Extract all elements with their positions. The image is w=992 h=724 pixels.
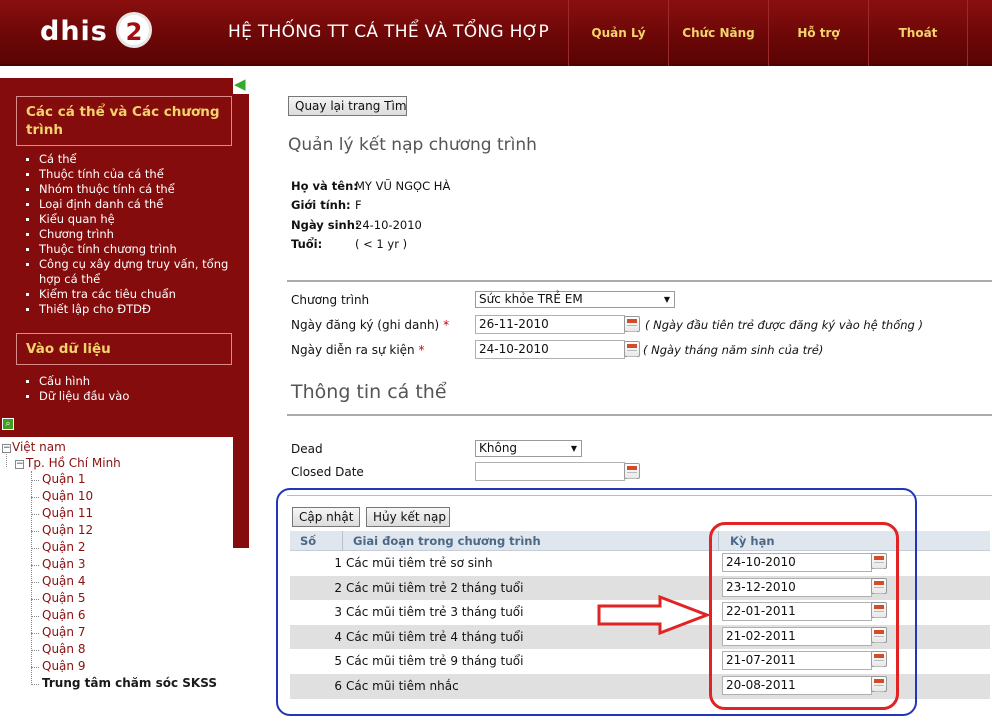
tree-node-district[interactable]: Quận 8 — [42, 642, 85, 656]
tree-node-district[interactable]: Quận 10 — [42, 489, 93, 503]
collapse-icon[interactable]: − — [2, 444, 11, 453]
logo-badge-text: 2 — [125, 18, 143, 46]
enroll-date-label: Ngày đăng ký (ghi danh) * — [291, 318, 450, 332]
program-select[interactable]: Sức khỏe TRẺ EM ▼ — [475, 291, 675, 308]
top-header: dhis 2 HỆ THỐNG TT CÁ THỂ VÀ TỔNG HỢP Qu… — [0, 0, 992, 66]
name-label: Họ và tên: — [291, 179, 358, 193]
menu-item[interactable]: Nhóm thuộc tính cá thể — [24, 182, 244, 197]
name-value: MY VŨ NGỌC HÀ — [355, 179, 451, 193]
age-value: ( < 1 yr ) — [355, 237, 408, 251]
tree-node-district[interactable]: Quận 6 — [42, 608, 85, 622]
menu-item[interactable]: Kiểu quan hệ — [24, 212, 244, 227]
collapse-sidebar-button[interactable]: ◀ — [233, 75, 249, 94]
incident-date-hint: ( Ngày tháng năm sinh của trẻ) — [643, 343, 824, 357]
menu-item[interactable]: Dữ liệu đầu vào — [24, 389, 244, 404]
tree-node-district[interactable]: Quận 11 — [42, 506, 93, 520]
section-title-data-entry: Vào dữ liệu — [16, 333, 232, 365]
incident-date-label: Ngày diễn ra sự kiện * — [291, 343, 425, 357]
dropdown-arrow-icon: ▼ — [570, 444, 577, 453]
tree-node-district[interactable]: Quận 3 — [42, 557, 85, 571]
calendar-icon[interactable] — [624, 316, 640, 332]
collapse-icon[interactable]: − — [15, 460, 24, 469]
tree-node-district[interactable]: Quận 4 — [42, 574, 85, 588]
section-title-entities: Các cá thể và Các chương trình — [16, 96, 232, 146]
menu-entities: Cá thể Thuộc tính của cá thể Nhóm thuộc … — [24, 152, 244, 317]
tree-node-district[interactable]: Quận 2 — [42, 540, 85, 554]
enroll-date-hint: ( Ngày đầu tiên trẻ được đăng ký vào hệ … — [645, 318, 923, 332]
program-select-value: Sức khỏe TRẺ EM — [479, 292, 583, 306]
closed-date-label: Closed Date — [291, 465, 364, 479]
dead-label: Dead — [291, 442, 323, 456]
arrow-left-icon: ◀ — [234, 75, 246, 93]
dob-value: 24-10-2010 — [355, 218, 422, 232]
menu-item[interactable]: Kiểm tra các tiêu chuẩn — [24, 287, 244, 302]
nav-logout[interactable]: Thoát — [868, 0, 968, 66]
gender-label: Giới tính: — [291, 198, 351, 212]
tree-node-district[interactable]: Quận 9 — [42, 659, 85, 673]
menu-item[interactable]: Loại định danh cá thể — [24, 197, 244, 212]
tree-node-district[interactable]: Quận 5 — [42, 591, 85, 605]
menu-item[interactable]: Cá thể — [24, 152, 244, 167]
tree-node-selected[interactable]: Trung tâm chăm sóc SKSS — [42, 676, 217, 690]
back-to-search-button[interactable]: Quay lại trang Tìm kiế — [288, 96, 407, 116]
nav-help[interactable]: Hỗ trợ — [768, 0, 868, 66]
divider — [287, 280, 992, 282]
dead-select-value: Không — [479, 441, 518, 455]
tree-node-city[interactable]: Tp. Hồ Chí Minh — [26, 456, 121, 470]
closed-date-input[interactable] — [475, 462, 625, 481]
menu-item[interactable]: Cấu hình — [24, 374, 244, 389]
annotation-arrow-icon — [597, 594, 712, 636]
page-title: Quản lý kết nạp chương trình — [288, 135, 537, 155]
dead-select[interactable]: Không ▼ — [475, 440, 582, 457]
divider — [287, 414, 992, 416]
tree-node-district[interactable]: Quận 7 — [42, 625, 85, 639]
menu-item[interactable]: Công cụ xây dựng truy vấn, tổng hợp cá t… — [24, 257, 239, 287]
section-title-person-info: Thông tin cá thể — [291, 381, 447, 403]
menu-item[interactable]: Thuộc tính của cá thể — [24, 167, 244, 182]
top-nav: Quản Lý Chức Năng Hỗ trợ Thoát — [568, 0, 968, 66]
program-label: Chương trình — [291, 293, 370, 307]
tree-node-district[interactable]: Quận 12 — [42, 523, 93, 537]
dob-label: Ngày sinh: — [291, 218, 360, 232]
age-label: Tuổi: — [291, 237, 323, 251]
dropdown-arrow-icon: ▼ — [663, 295, 670, 304]
menu-item[interactable]: Thuộc tính chương trình — [24, 242, 244, 257]
search-icon[interactable]: ⌕ — [2, 418, 14, 430]
org-unit-tree: − Việt nam − Tp. Hồ Chí Minh Quận 1 Quận… — [0, 437, 233, 717]
logo-badge: 2 — [116, 12, 152, 48]
menu-item[interactable]: Chương trình — [24, 227, 244, 242]
app-title: HỆ THỐNG TT CÁ THỂ VÀ TỔNG HỢP — [228, 22, 550, 42]
gender-value: F — [355, 198, 362, 212]
menu-data-entry: Cấu hình Dữ liệu đầu vào — [24, 374, 244, 404]
incident-date-input[interactable]: 24-10-2010 — [475, 340, 625, 359]
tree-node-district[interactable]: Quận 1 — [42, 472, 85, 486]
tree-node-root[interactable]: Việt nam — [12, 440, 66, 454]
logo-text: dhis — [40, 16, 108, 47]
annotation-red-frame — [709, 522, 899, 710]
nav-functions[interactable]: Chức Năng — [668, 0, 768, 66]
calendar-icon[interactable] — [624, 463, 640, 479]
menu-item[interactable]: Thiết lập cho ĐTDĐ — [24, 302, 244, 317]
nav-management[interactable]: Quản Lý — [568, 0, 668, 66]
dhis2-logo[interactable]: dhis 2 — [40, 12, 152, 54]
enroll-date-input[interactable]: 26-11-2010 — [475, 315, 625, 334]
calendar-icon[interactable] — [624, 341, 640, 357]
